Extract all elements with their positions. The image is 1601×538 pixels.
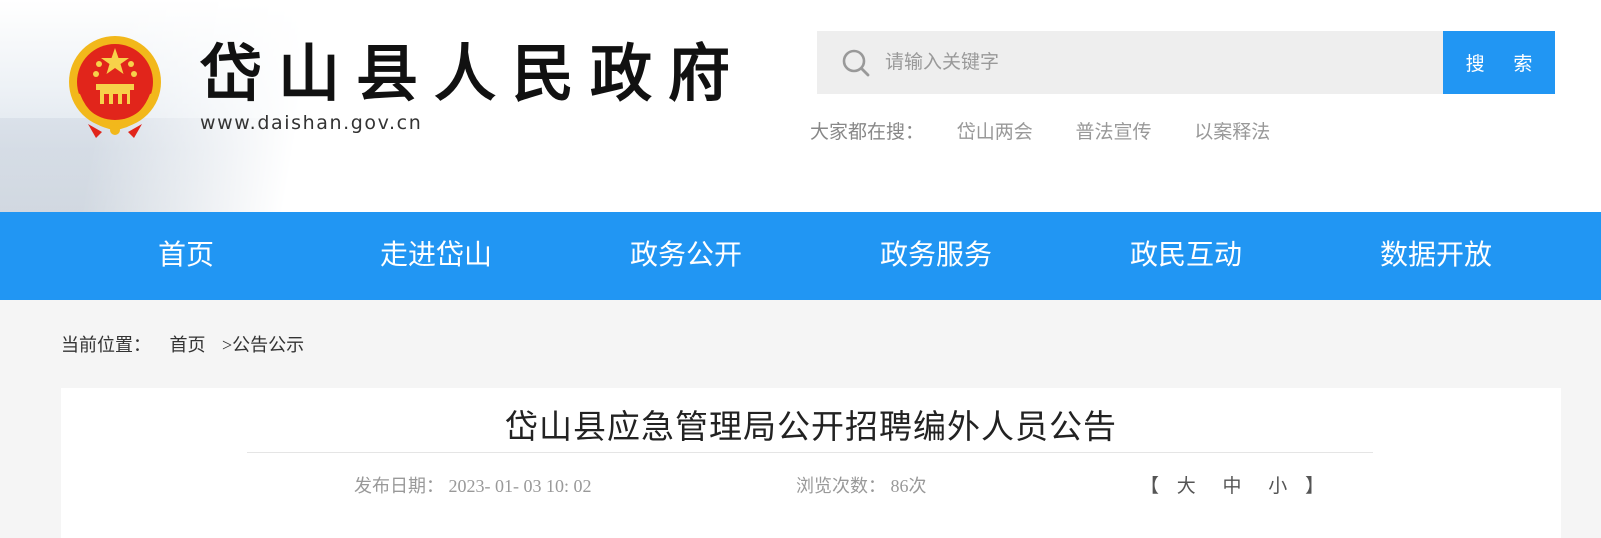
font-size-medium-button[interactable]: 中 [1223,471,1244,498]
font-size-small-button[interactable]: 小 [1268,471,1289,498]
nav-item-home[interactable]: 首页 [61,212,311,300]
publish-date: 发布日期： 2023- 01- 03 10: 02 [354,472,592,498]
article-title: 岱山县应急管理局公开招聘编外人员公告 [505,410,1117,446]
breadcrumb-label: 当前位置： [61,335,151,355]
search-input[interactable] [885,31,1425,94]
site-header: 岱山县人民政府 www.daishan.gov.cn 搜 索 大家都在搜： 岱山… [0,0,1601,212]
hot-search: 大家都在搜： 岱山两会 普法宣传 以案释法 [810,117,1308,144]
main-nav: 首页 走进岱山 政务公开 政务服务 政民互动 数据开放 [0,212,1601,300]
site-title: 岱山县人民政府 [200,37,747,110]
breadcrumb: 当前位置： 首页 >公告公示 [61,331,304,357]
hot-search-link[interactable]: 岱山两会 [957,117,1033,144]
title-divider [247,452,1373,453]
search-button[interactable]: 搜 索 [1443,31,1555,94]
bracket-open: 【 [1140,476,1162,497]
search-box [817,31,1443,94]
article-panel: 岱山县应急管理局公开招聘编外人员公告 发布日期： 2023- 01- 03 10… [61,388,1561,538]
search-icon [842,49,870,77]
font-size-large-button[interactable]: 大 [1177,471,1198,498]
hot-search-link[interactable]: 以案释法 [1194,117,1270,144]
view-count: 浏览次数： 86次 [796,472,927,498]
national-emblem-icon [69,36,161,138]
nav-item-open-data[interactable]: 数据开放 [1311,212,1561,300]
nav-item-gov-services[interactable]: 政务服务 [811,212,1061,300]
font-size-control: 【 大 中 小 】 [1140,471,1326,498]
publish-date-value: 2023- 01- 03 10: 02 [448,476,592,496]
publish-date-label: 发布日期： [354,476,444,496]
breadcrumb-current-link[interactable]: >公告公示 [222,331,304,357]
bracket-close: 】 [1305,476,1327,497]
view-count-label: 浏览次数： [796,476,886,496]
hot-search-label: 大家都在搜： [810,122,925,143]
nav-item-about[interactable]: 走进岱山 [311,212,561,300]
nav-item-interaction[interactable]: 政民互动 [1061,212,1311,300]
hot-search-link[interactable]: 普法宣传 [1076,117,1152,144]
nav-item-gov-affairs-open[interactable]: 政务公开 [561,212,811,300]
site-url: www.daishan.gov.cn [200,112,423,134]
breadcrumb-home-link[interactable]: 首页 [170,331,206,357]
view-count-value: 86次 [890,476,927,496]
